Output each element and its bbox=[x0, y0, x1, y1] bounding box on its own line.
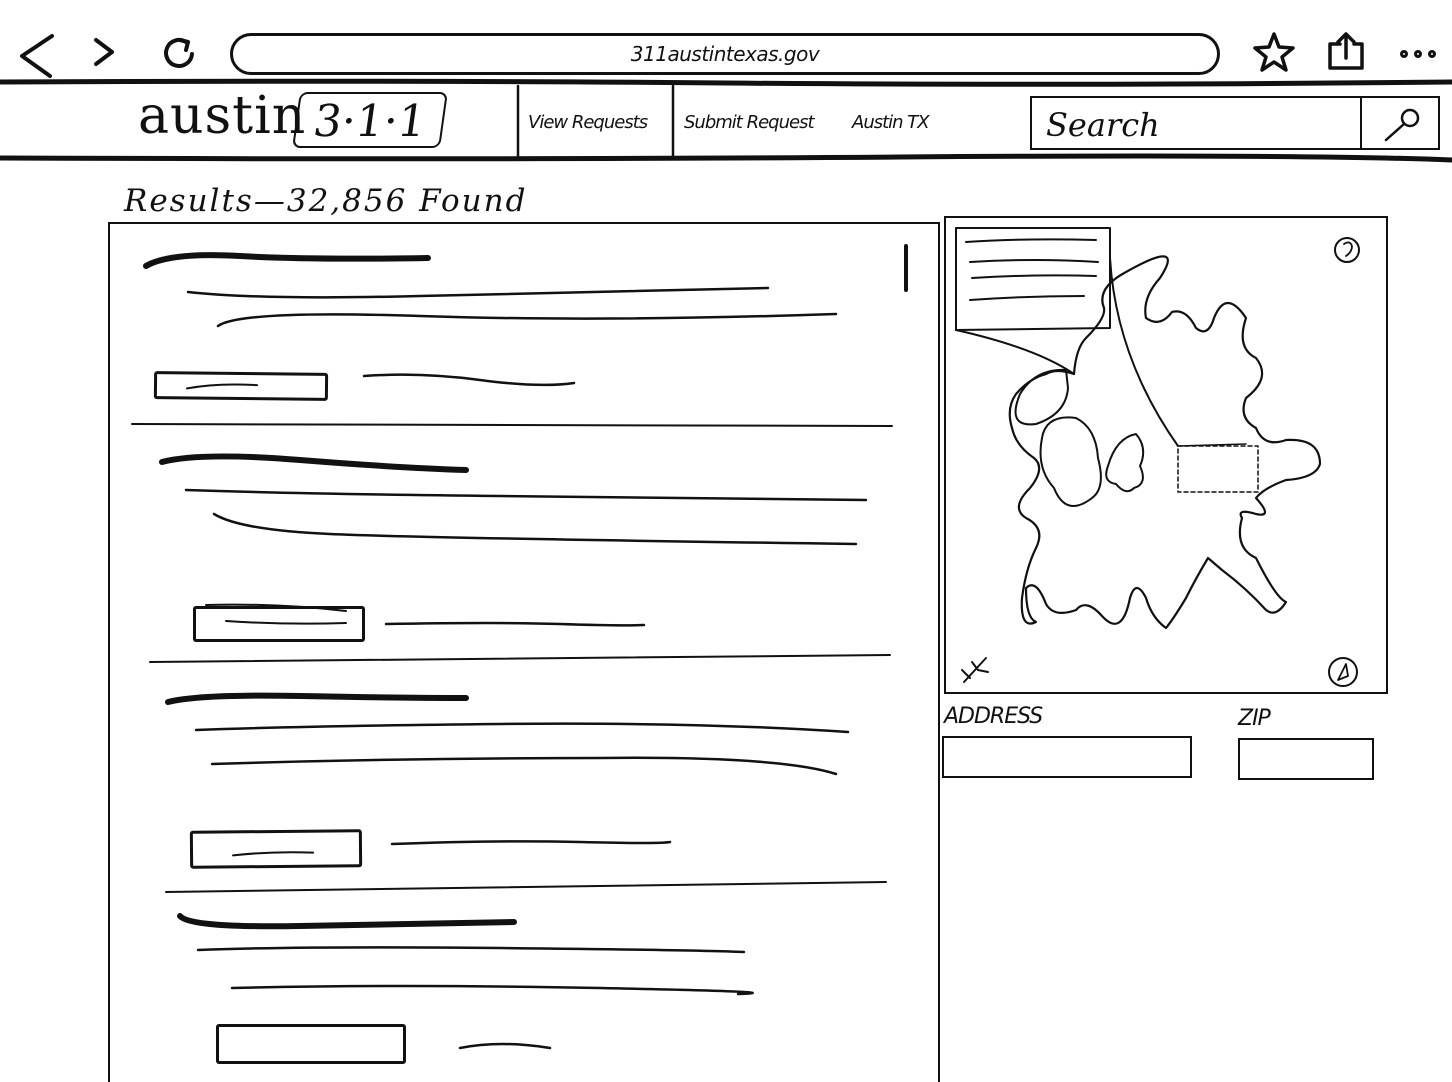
zip-label: ZIP bbox=[1238, 706, 1271, 731]
info-icon bbox=[1334, 237, 1360, 263]
locate-icon bbox=[1328, 657, 1358, 687]
zip-field[interactable] bbox=[1238, 738, 1374, 780]
result-action-button[interactable] bbox=[189, 829, 363, 869]
austin-map bbox=[955, 227, 1360, 687]
result-action-button[interactable] bbox=[193, 603, 365, 642]
button-label-placeholder bbox=[185, 383, 259, 390]
address-field[interactable] bbox=[942, 736, 1192, 778]
result-action-button[interactable] bbox=[216, 1024, 406, 1064]
result-title-placeholder bbox=[177, 913, 517, 930]
map-legend-popover bbox=[955, 227, 1111, 331]
collapse-icon bbox=[961, 657, 989, 683]
highlighted-area bbox=[1177, 445, 1259, 493]
result-action-button[interactable] bbox=[153, 371, 329, 401]
button-label-placeholder bbox=[205, 603, 347, 625]
address-label: ADDRESS bbox=[944, 704, 1043, 729]
map-view[interactable] bbox=[944, 216, 1388, 694]
result-title-placeholder bbox=[143, 252, 431, 269]
result-title-placeholder bbox=[159, 453, 469, 473]
button-label-placeholder bbox=[232, 851, 315, 857]
result-title-placeholder bbox=[165, 692, 469, 705]
